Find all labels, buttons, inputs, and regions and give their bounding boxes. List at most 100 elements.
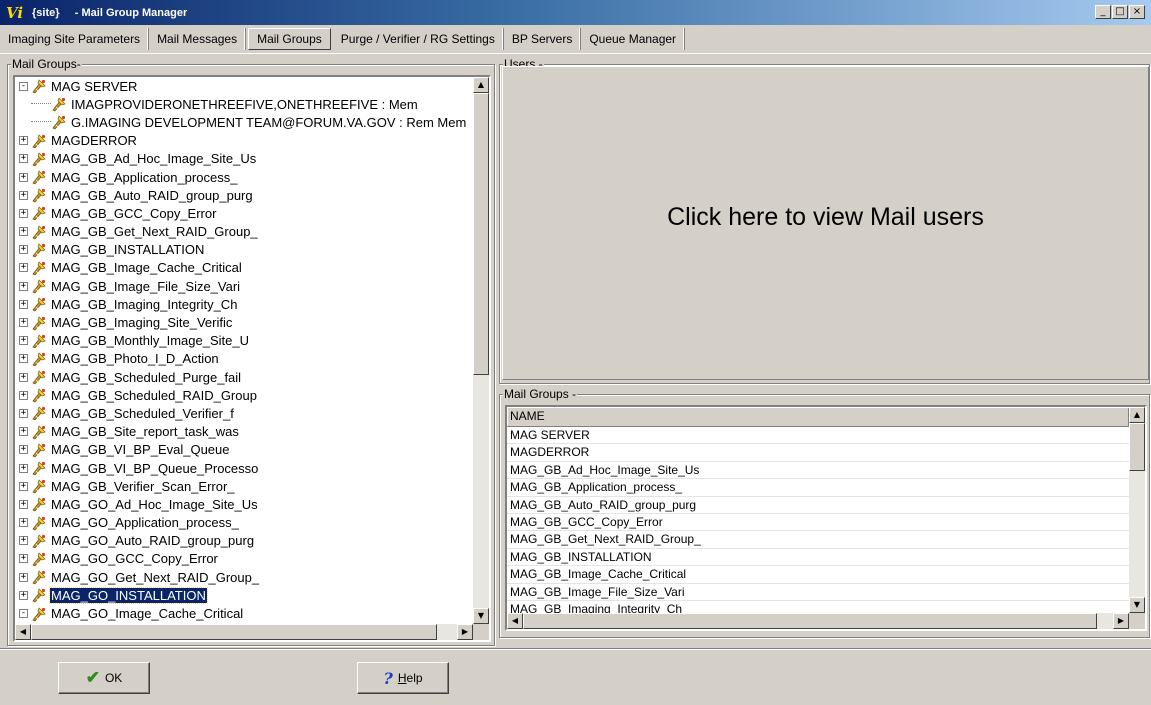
tree-item[interactable]: + MAG_GB_Imaging_Integrity_Ch — [15, 295, 473, 313]
tree-item[interactable]: + MAG_GB_VI_BP_Eval_Queue — [15, 441, 473, 459]
tree-item[interactable]: - MAG_GO_Image_Cache_Critical — [15, 604, 473, 622]
tree-item[interactable]: + MAG_GB_Image_Cache_Critical — [15, 259, 473, 277]
grid-row[interactable]: MAG_GB_Image_File_Size_Vari — [507, 584, 1129, 601]
expand-icon[interactable]: + — [19, 245, 28, 255]
expand-icon[interactable]: + — [19, 536, 28, 546]
tab-queue-manager[interactable]: Queue Manager — [581, 28, 686, 50]
scroll-left-icon[interactable]: ◀ — [15, 624, 31, 640]
minimize-button[interactable]: _ — [1095, 5, 1111, 19]
grid-column-header-name[interactable]: NAME — [507, 407, 1129, 427]
collapse-icon[interactable]: - — [19, 81, 28, 91]
tree-item[interactable]: + MAG_GB_Get_Next_RAID_Group_ — [15, 223, 473, 241]
grid-row[interactable]: MAG_GB_Image_Cache_Critical — [507, 566, 1129, 584]
expand-icon[interactable]: + — [19, 481, 28, 491]
expand-icon[interactable]: + — [19, 172, 28, 182]
tree-item[interactable]: + MAG_GB_Site_report_task_was — [15, 423, 473, 441]
grid-row[interactable]: MAG_GB_INSTALLATION — [507, 549, 1129, 567]
grid-hscroll-thumb[interactable] — [523, 613, 1097, 629]
tree-item[interactable]: + MAG_GB_GCC_Copy_Error — [15, 204, 473, 222]
grid-row[interactable]: MAG_GB_Auto_RAID_group_purg — [507, 497, 1129, 514]
tree-item[interactable]: + MAG_GB_Imaging_Site_Verific — [15, 313, 473, 331]
tree-item[interactable]: + MAG_GB_Scheduled_RAID_Group — [15, 386, 473, 404]
grid-vertical-scrollbar[interactable]: ▲ ▼ — [1129, 407, 1145, 613]
expand-icon[interactable]: + — [19, 445, 28, 455]
grid-row[interactable]: MAG_GB_Application_process_ — [507, 479, 1129, 497]
maximize-button[interactable]: □ — [1112, 5, 1128, 19]
expand-icon[interactable]: + — [19, 372, 28, 382]
tree-item[interactable]: + MAG_GB_Monthly_Image_Site_U — [15, 332, 473, 350]
grid-row[interactable]: MAG_GB_Get_Next_RAID_Group_ — [507, 531, 1129, 549]
tree-item[interactable]: + MAG_GB_Auto_RAID_group_purg — [15, 186, 473, 204]
view-mail-users-button[interactable]: Click here to view Mail users — [502, 66, 1149, 380]
close-button[interactable]: × — [1129, 5, 1145, 19]
grid-horizontal-scrollbar[interactable]: ◀ ▶ — [507, 613, 1129, 629]
tree-item[interactable]: + MAGDERROR — [15, 132, 473, 150]
expand-icon[interactable]: + — [19, 354, 28, 364]
mail-groups-tree[interactable]: - MAG SERVER IMAGPROVIDERONETHREEFIVE,ONET… — [13, 75, 491, 642]
expand-icon[interactable]: + — [19, 208, 28, 218]
tree-vertical-scrollbar[interactable]: ▲ ▼ — [473, 77, 489, 624]
scroll-up-icon[interactable]: ▲ — [1129, 407, 1145, 423]
expand-icon[interactable]: + — [19, 572, 28, 582]
grid-row[interactable]: MAG_GB_GCC_Copy_Error — [507, 514, 1129, 532]
expand-icon[interactable]: + — [19, 463, 28, 473]
expand-icon[interactable]: + — [19, 154, 28, 164]
tree-horizontal-scrollbar[interactable]: ◀ ▶ — [15, 624, 473, 640]
tree-item[interactable]: + MAG_GB_Scheduled_Verifier_f — [15, 404, 473, 422]
scroll-up-icon[interactable]: ▲ — [473, 77, 489, 93]
tree-child-item[interactable]: G.IMAGING DEVELOPMENT TEAM@FORUM.VA.GOV … — [15, 113, 473, 131]
expand-icon[interactable]: + — [19, 518, 28, 528]
expand-icon[interactable]: + — [19, 427, 28, 437]
tab-imaging-site-parameters[interactable]: Imaging Site Parameters — [0, 28, 150, 50]
tree-item[interactable]: + MAG_GB_Image_File_Size_Vari — [15, 277, 473, 295]
tree-item[interactable]: + MAG_GO_INSTALLATION — [15, 586, 473, 604]
expand-icon[interactable]: + — [19, 281, 28, 291]
collapse-icon[interactable]: - — [19, 609, 28, 619]
expand-icon[interactable]: + — [19, 554, 28, 564]
tab-mail-groups[interactable]: Mail Groups — [248, 28, 331, 50]
expand-icon[interactable]: + — [19, 263, 28, 273]
help-button[interactable]: ? Help — [357, 662, 449, 694]
tab-mail-messages[interactable]: Mail Messages — [149, 28, 247, 50]
grid-row[interactable]: MAGDERROR — [507, 444, 1129, 462]
scroll-right-icon[interactable]: ▶ — [457, 624, 473, 640]
scroll-right-icon[interactable]: ▶ — [1113, 613, 1129, 629]
tree-scroll-thumb[interactable] — [473, 93, 489, 375]
tree-item[interactable]: + MAG_GB_INSTALLATION — [15, 241, 473, 259]
expand-icon[interactable]: + — [19, 227, 28, 237]
tree-item[interactable]: + MAG_GO_Get_Next_RAID_Group_ — [15, 568, 473, 586]
ok-button[interactable]: ✔ OK — [58, 662, 150, 694]
tree-item[interactable]: + MAG_GO_Application_process_ — [15, 514, 473, 532]
expand-icon[interactable]: + — [19, 499, 28, 509]
expand-icon[interactable]: + — [19, 318, 28, 328]
tree-item[interactable]: + MAG_GB_Photo_I_D_Action — [15, 350, 473, 368]
expand-icon[interactable]: + — [19, 408, 28, 418]
tab-purge-verifier-rg-settings[interactable]: Purge / Verifier / RG Settings — [333, 28, 504, 50]
tree-item[interactable]: + MAG_GB_Application_process_ — [15, 168, 473, 186]
tab-bp-servers[interactable]: BP Servers — [504, 28, 582, 50]
expand-icon[interactable]: + — [19, 299, 28, 309]
grid-row[interactable]: MAG_GB_Imaging_Integrity_Ch — [507, 601, 1129, 613]
grid-row[interactable]: MAG SERVER — [507, 427, 1129, 445]
tree-item[interactable]: + MAG_GO_GCC_Copy_Error — [15, 550, 473, 568]
mail-groups-grid[interactable]: NAME MAG SERVER MAGDERROR MAG_GB_Ad_Hoc_Im… — [505, 405, 1147, 631]
scroll-down-icon[interactable]: ▼ — [473, 608, 489, 624]
grid-scroll-thumb[interactable] — [1129, 423, 1145, 471]
tree-item[interactable]: + MAG_GB_Scheduled_Purge_fail — [15, 368, 473, 386]
scroll-down-icon[interactable]: ▼ — [1129, 597, 1145, 613]
expand-icon[interactable]: + — [19, 136, 28, 146]
expand-icon[interactable]: + — [19, 590, 28, 600]
tree-hscroll-thumb[interactable] — [31, 624, 437, 640]
tree-item[interactable]: + MAG_GB_Verifier_Scan_Error_ — [15, 477, 473, 495]
tree-item[interactable]: - MAG SERVER — [15, 77, 473, 95]
tree-item[interactable]: + MAG_GB_VI_BP_Queue_Processo — [15, 459, 473, 477]
tree-item[interactable]: + MAG_GO_Auto_RAID_group_purg — [15, 532, 473, 550]
grid-row[interactable]: MAG_GB_Ad_Hoc_Image_Site_Us — [507, 462, 1129, 480]
title-bar[interactable]: Vi {site} - Mail Group Manager _ □ × — [0, 0, 1151, 25]
scroll-left-icon[interactable]: ◀ — [507, 613, 523, 629]
expand-icon[interactable]: + — [19, 190, 28, 200]
tree-item[interactable]: + MAG_GO_Ad_Hoc_Image_Site_Us — [15, 495, 473, 513]
expand-icon[interactable]: + — [19, 336, 28, 346]
expand-icon[interactable]: + — [19, 390, 28, 400]
tree-child-item[interactable]: IMAGPROVIDERONETHREEFIVE,ONETHREEFIVE : … — [15, 95, 473, 113]
